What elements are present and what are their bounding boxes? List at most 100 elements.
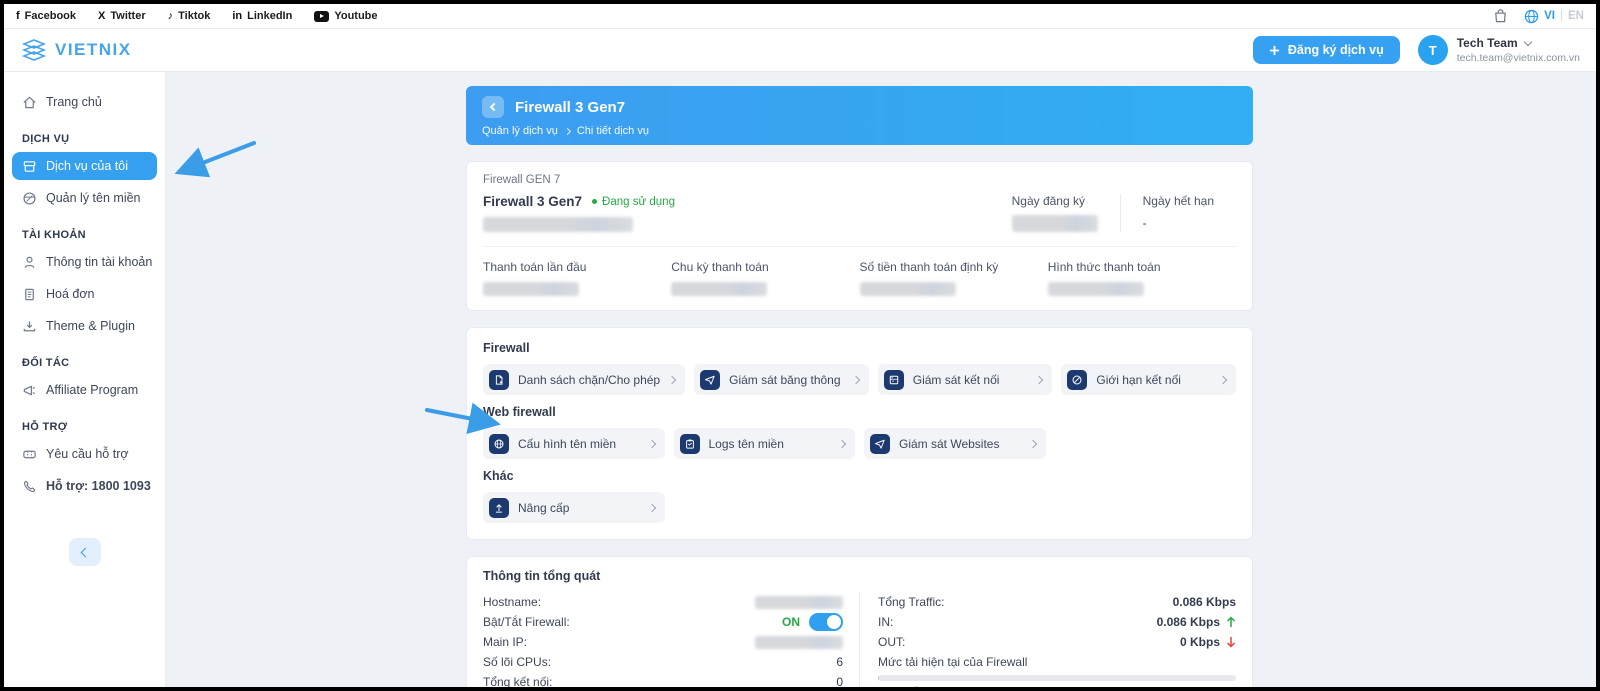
sidebar-item-label: Hỗ trợ: 1800 1093 [46, 479, 151, 493]
social-topbar: f Facebook X Twitter ♪ Tiktok in LinkedI… [4, 4, 1596, 29]
social-link-facebook[interactable]: f Facebook [16, 10, 76, 22]
blurred-service-value [483, 217, 633, 232]
social-links: f Facebook X Twitter ♪ Tiktok in LinkedI… [16, 10, 378, 22]
status-dot-icon [592, 199, 597, 204]
sidebar-item-theme-plugin[interactable]: Theme & Plugin [12, 312, 157, 340]
register-date-label: Ngày đăng ký [1012, 194, 1098, 208]
sidebar-item-label: Dịch vụ của tôi [46, 159, 128, 173]
action-label: Giám sát Websites [899, 437, 1021, 451]
firewall-toggle-label: Bật/Tắt Firewall: [483, 615, 570, 629]
action-label: Nâng cấp [518, 501, 640, 515]
user-menu[interactable]: T Tech Team tech.team@vietnix.com.vn [1418, 35, 1580, 65]
social-label: Tiktok [178, 10, 210, 22]
sidebar-item-home[interactable]: Trang chủ [12, 88, 157, 116]
document-gear-icon [489, 370, 509, 390]
firewall-toggle[interactable] [809, 613, 843, 631]
lang-divider: | [1560, 10, 1563, 22]
app-header: VIETNIX Đăng ký dịch vụ T Tech Team tech… [4, 29, 1596, 72]
toggle-knob [827, 615, 841, 629]
sidebar-item-invoices[interactable]: Hoá đơn [12, 280, 157, 308]
register-service-button[interactable]: Đăng ký dịch vụ [1253, 36, 1400, 64]
user-info: Tech Team tech.team@vietnix.com.vn [1457, 36, 1580, 64]
action-connection-monitor[interactable]: Giám sát kết nối [878, 364, 1053, 395]
topbar-right: VI | EN [1493, 8, 1584, 24]
action-domain-config[interactable]: Cấu hình tên miền [483, 428, 665, 459]
sidebar-item-label: Thông tin tài khoản [46, 255, 152, 269]
blurred-billing-value [1048, 282, 1144, 296]
ticket-icon [22, 447, 37, 462]
cpu-label: Số lõi CPUs: [483, 655, 551, 669]
sidebar-item-affiliate[interactable]: Affiliate Program [12, 376, 157, 404]
overview-right-column: Tổng Traffic: 0.086 Kbps IN: 0.086 Kbps [860, 592, 1236, 687]
phone-icon [22, 479, 37, 494]
connections-label: Tổng kết nối: [483, 675, 552, 687]
action-website-monitor[interactable]: Giám sát Websites [864, 428, 1046, 459]
service-actions-card: Firewall Danh sách chặn/Cho phép [466, 327, 1253, 540]
chevron-right-icon [1035, 375, 1043, 383]
traffic-in-row: IN: 0.086 Kbps [878, 612, 1236, 632]
sidebar-collapse-button[interactable] [69, 538, 101, 566]
clipboard-icon [680, 434, 700, 454]
action-label: Giám sát băng thông [729, 373, 844, 387]
sidebar-item-hotline[interactable]: Hỗ trợ: 1800 1093 [12, 472, 157, 500]
vietnix-logo[interactable]: VIETNIX [20, 37, 132, 63]
social-link-tiktok[interactable]: ♪ Tiktok [168, 10, 211, 22]
action-group-other: Khác [483, 469, 1236, 483]
paper-plane-icon [870, 434, 890, 454]
user-icon [22, 255, 37, 270]
globe-icon [1524, 9, 1539, 24]
traffic-in-label: IN: [878, 615, 893, 629]
facebook-icon: f [16, 10, 20, 22]
sidebar-item-label: Theme & Plugin [46, 319, 135, 333]
billing-info: Thanh toán lần đầu Chu kỳ thanh toán Số … [483, 247, 1236, 296]
hostname-row: Hostname: [483, 592, 843, 612]
lang-vi[interactable]: VI [1544, 10, 1555, 22]
main-content: Firewall 3 Gen7 Quản lý dịch vụ Chi tiết… [166, 72, 1596, 687]
shopping-bag-icon[interactable] [1493, 8, 1508, 24]
breadcrumb-item-detail: Chi tiết dịch vụ [577, 125, 649, 137]
sidebar-item-domains[interactable]: Quản lý tên miền [12, 184, 157, 212]
action-block-allow-list[interactable]: Danh sách chặn/Cho phép [483, 364, 685, 395]
traffic-row: Tổng Traffic: 0.086 Kbps [878, 592, 1236, 612]
action-label: Danh sách chặn/Cho phép [518, 373, 660, 387]
billing-col: Chu kỳ thanh toán [671, 260, 859, 296]
sidebar-section-account: TÀI KHOẢN [22, 229, 147, 241]
back-button[interactable] [482, 96, 504, 118]
chevron-down-icon [1523, 37, 1531, 45]
sidebar-item-label: Quản lý tên miền [46, 191, 141, 205]
plus-icon [1269, 45, 1280, 56]
social-link-linkedin[interactable]: in LinkedIn [232, 10, 292, 22]
server-icon [884, 370, 904, 390]
sidebar-item-my-services[interactable]: Dịch vụ của tôi [12, 152, 157, 180]
traffic-out-value: 0 Kbps [1180, 635, 1220, 649]
social-link-twitter[interactable]: X Twitter [98, 10, 146, 22]
sidebar-section-support: HỖ TRỢ [22, 421, 147, 433]
chevron-left-icon [490, 103, 498, 111]
twitter-icon: X [98, 10, 105, 22]
toggle-state-label: ON [782, 615, 800, 629]
social-link-youtube[interactable]: Youtube [314, 10, 377, 22]
chevron-right-icon [564, 127, 571, 134]
action-upgrade[interactable]: Nâng cấp [483, 492, 665, 523]
action-group-web-firewall: Web firewall [483, 405, 1236, 419]
traffic-in-value: 0.086 Kbps [1157, 615, 1220, 629]
sidebar-item-account-info[interactable]: Thông tin tài khoản [12, 248, 157, 276]
service-identity: Firewall 3 Gen7 Đang sử dụng [483, 194, 675, 232]
billing-label: Chu kỳ thanh toán [671, 260, 859, 274]
download-tray-icon [22, 319, 37, 334]
chevron-right-icon [851, 375, 859, 383]
status-label: Đang sử dụng [602, 196, 675, 208]
action-domain-logs[interactable]: Logs tên miền [674, 428, 856, 459]
header-right: Đăng ký dịch vụ T Tech Team tech.team@vi… [1253, 35, 1580, 65]
upgrade-icon [489, 498, 509, 518]
breadcrumb-item-services[interactable]: Quản lý dịch vụ [482, 125, 558, 137]
sidebar-item-support-request[interactable]: Yêu cầu hỗ trợ [12, 440, 157, 468]
action-connection-limit[interactable]: Giới hạn kết nối [1061, 364, 1236, 395]
vietnix-logo-icon [20, 37, 48, 63]
lang-en[interactable]: EN [1568, 10, 1584, 22]
connections-row: Tổng kết nối: 0 [483, 672, 843, 687]
blurred-main-ip [755, 636, 843, 649]
action-bandwidth-monitor[interactable]: Giám sát băng thông [694, 364, 869, 395]
youtube-icon [314, 11, 329, 22]
ban-icon [1067, 370, 1087, 390]
